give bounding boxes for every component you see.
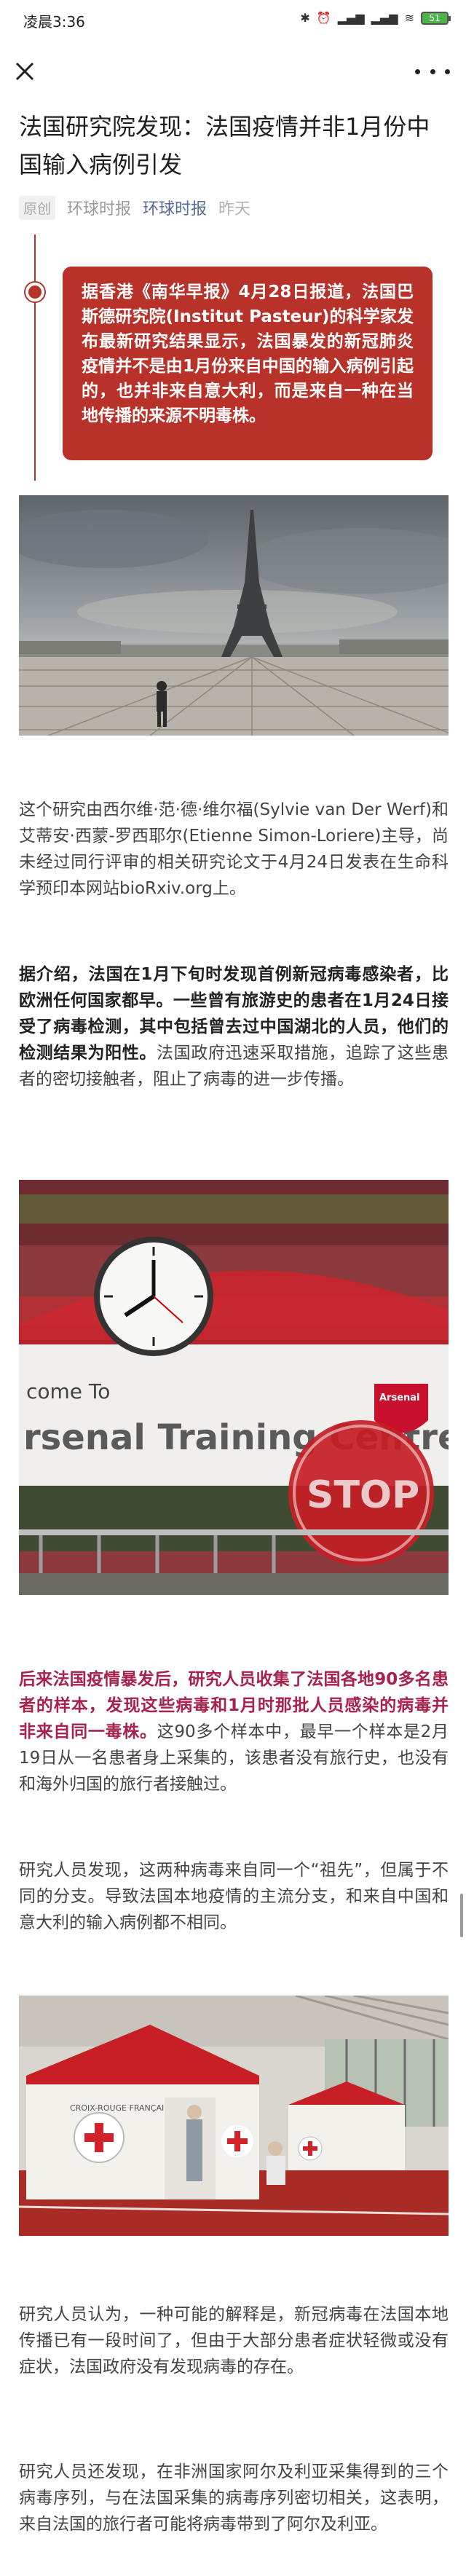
stop-sign-text: STOP <box>307 1473 419 1517</box>
top-navigation <box>0 41 466 103</box>
original-tag: 原创 <box>19 195 56 220</box>
tent-text: CROIX-ROUGE FRANÇAISE <box>70 2103 174 2113</box>
signal-icon: ▂▄▆ <box>371 11 398 25</box>
more-icon <box>415 68 420 74</box>
quote-dot-decoration <box>25 283 44 302</box>
article-title: 法国研究院发现：法国疫情并非1月份中国输入病例引发 <box>19 113 430 178</box>
status-icons: ✱ ⏰ ▂▄▆ ▂▄▆ ≋ 51 <box>300 11 451 25</box>
eiffel-tower-photo[interactable] <box>19 495 449 736</box>
bluetooth-icon: ✱ <box>300 11 310 25</box>
paragraph-explanation: 研究人员认为，一种可能的解释是，新冠病毒在法国本地传播已有一段时间了，但由于大部… <box>19 2305 449 2376</box>
battery-icon: 51 <box>421 11 451 25</box>
close-icon <box>15 62 34 81</box>
paragraph-samples: 后来法国疫情暴发后，研究人员收集了法国各地90多名患者的样本，发现这些病毒和1月… <box>19 1666 449 1797</box>
arsenal-training-centre-photo[interactable]: come To rsenal Training Centre Arsenal S… <box>19 1180 449 1595</box>
red-cross-tent-photo[interactable]: CROIX-ROUGE FRANÇAISE <box>19 1996 449 2236</box>
battery-level: 51 <box>429 12 441 23</box>
highlight-summary: 据香港《南华早报》4月28日报道，法国巴斯德研究院(Institut Paste… <box>63 267 433 460</box>
alarm-icon: ⏰ <box>316 11 331 25</box>
paragraph-ancestor: 研究人员发现，这两种病毒来自同一个“祖先”，但属于不同的分支。导致法国本地疫情的… <box>19 1861 449 1932</box>
article-source: 环球时报 <box>67 200 132 218</box>
quote-line-decoration <box>34 235 36 481</box>
signal-icon: ▂▄▆ <box>337 11 365 25</box>
paragraph-study-authors: 这个研究由西尔维·范·德·维尔福(Sylvie van Der Werf)和艾蒂… <box>19 800 449 898</box>
more-options-button[interactable] <box>415 57 450 86</box>
status-time: 凌晨3:36 <box>23 13 85 31</box>
sign-welcome-text: come To <box>26 1379 110 1403</box>
wifi-icon: ≋ <box>404 11 414 25</box>
article-meta: 原创 环球时报 环球时报 昨天 <box>19 195 250 220</box>
close-button[interactable] <box>10 57 39 86</box>
arsenal-crest-text: Arsenal <box>379 1393 420 1403</box>
publish-date: 昨天 <box>218 200 251 218</box>
scrollbar-thumb[interactable] <box>460 1894 463 1937</box>
paragraph-first-cases: 据介绍，法国在1月下旬时发现首例新冠病毒感染者，比欧洲任何国家都早。一些曾有旅游… <box>19 961 449 1092</box>
account-link[interactable]: 环球时报 <box>143 196 207 219</box>
paragraph-algeria: 研究人员还发现，在非洲国家阿尔及利亚采集得到的三个病毒序列，与在法国采集的病毒序… <box>19 2462 449 2534</box>
status-bar: 凌晨3:36 ✱ ⏰ ▂▄▆ ▂▄▆ ≋ 51 <box>0 0 466 41</box>
